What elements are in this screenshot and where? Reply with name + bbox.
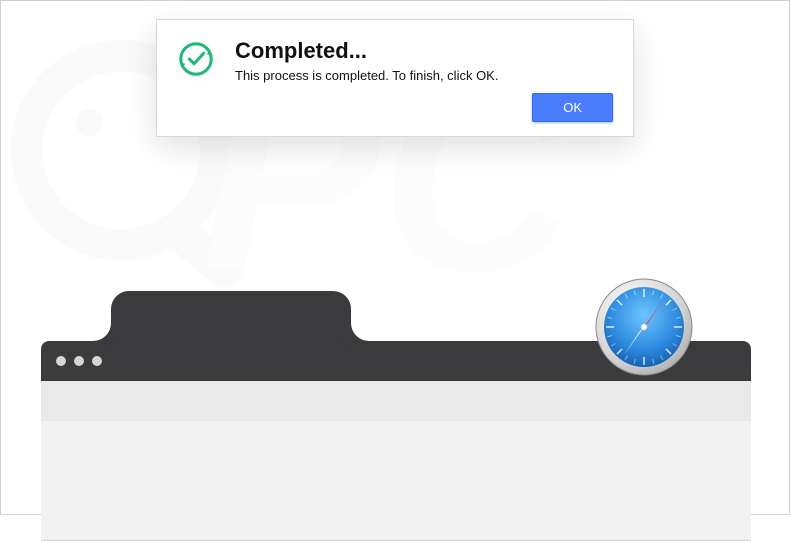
dialog-message: This process is completed. To finish, cl… <box>235 68 613 83</box>
completed-dialog: Completed... This process is completed. … <box>156 19 634 137</box>
browser-toolbar <box>41 381 751 421</box>
window-maximize-button[interactable] <box>92 356 102 366</box>
dialog-title: Completed... <box>235 38 613 64</box>
browser-content <box>41 421 751 541</box>
safari-icon <box>594 277 694 377</box>
window-close-button[interactable] <box>56 356 66 366</box>
ok-button[interactable]: OK <box>532 93 613 122</box>
window-minimize-button[interactable] <box>74 356 84 366</box>
checkmark-circle-icon <box>177 40 215 78</box>
active-tab[interactable] <box>111 291 351 341</box>
